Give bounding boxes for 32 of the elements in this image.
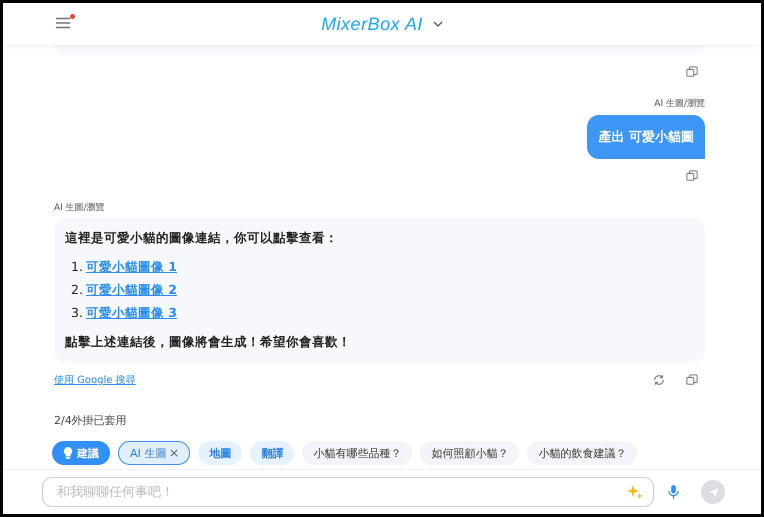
app-logo[interactable]: MixerBox AI — [321, 14, 423, 34]
microphone-icon[interactable] — [668, 484, 679, 500]
send-icon — [708, 486, 718, 498]
copy-icon[interactable] — [686, 374, 698, 386]
plugin-chip[interactable]: 翻譯 — [250, 441, 294, 465]
message-input[interactable]: 和我聊聊任何事吧！ — [55, 484, 627, 500]
refresh-icon[interactable] — [653, 374, 665, 386]
plugin-chip[interactable]: AI 生圖 — [118, 441, 190, 465]
plugin-status: 2/4外掛已套用 — [54, 413, 128, 428]
google-search-link[interactable]: 使用 Google 搜尋 — [54, 373, 136, 387]
suggestion-chip[interactable]: 小貓的飲食建議？ — [527, 441, 638, 465]
chevron-down-icon[interactable] — [432, 21, 443, 27]
message-text: 點擊上述連結後，圖像將會生成！希望你會喜歡！ — [65, 334, 352, 351]
list-number: 3. — [71, 305, 83, 322]
lightbulb-icon — [63, 447, 73, 459]
suggestion-chip[interactable]: 如何照顧小貓？ — [420, 441, 520, 465]
user-message: 產出 可愛小貓圖 — [587, 115, 705, 159]
plugin-label: AI 生圖/瀏覽 — [54, 202, 106, 214]
list-number: 2. — [71, 282, 83, 299]
image-link[interactable]: 可愛小貓圖像 3 — [86, 305, 177, 322]
suggestions-chip[interactable]: 建議 — [52, 441, 110, 465]
image-link[interactable]: 可愛小貓圖像 2 — [86, 282, 177, 299]
close-icon[interactable] — [170, 449, 178, 457]
copy-icon[interactable] — [686, 170, 698, 182]
copy-icon[interactable] — [686, 66, 698, 78]
plugin-label: AI 生圖/瀏覽 — [654, 98, 705, 110]
input-box[interactable]: 和我聊聊任何事吧！ — [42, 477, 654, 507]
message-text: 這裡是可愛小貓的圖像連結，你可以點擊查看： — [65, 230, 339, 247]
list-number: 1. — [71, 259, 83, 276]
image-link[interactable]: 可愛小貓圖像 1 — [86, 259, 177, 276]
suggestion-chip[interactable]: 小貓有哪些品種？ — [302, 441, 412, 465]
plugin-chip[interactable]: 地圖 — [198, 441, 242, 465]
